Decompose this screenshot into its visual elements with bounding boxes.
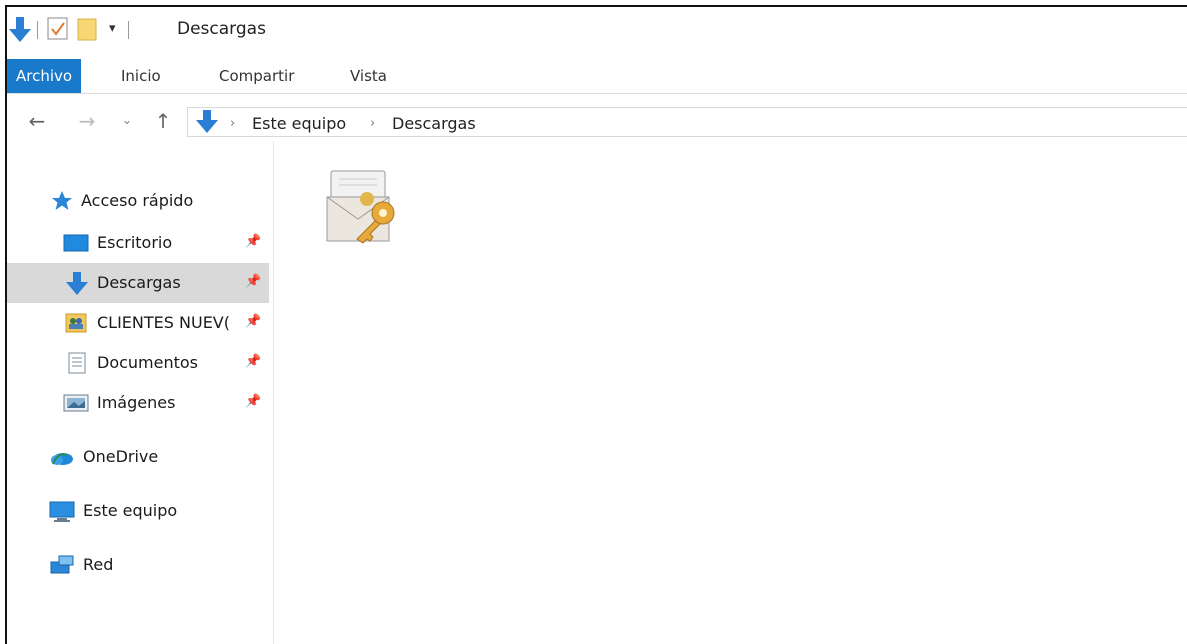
network-icon <box>49 554 74 576</box>
address-bar[interactable]: › Este equipo › Descargas <box>187 107 1187 137</box>
breadcrumb-chevron-icon[interactable]: › <box>370 116 375 131</box>
title-bar: ▾ Descargas <box>7 7 1187 57</box>
nav-item-escritorio[interactable]: Escritorio 📌 <box>7 223 269 263</box>
navigation-pane: Acceso rápido Escritorio 📌 Descargas 📌 C… <box>7 141 274 644</box>
forward-arrow-icon[interactable]: → <box>77 109 97 133</box>
nav-item-label: Documentos <box>97 353 199 372</box>
nav-item-label: Red <box>83 555 114 574</box>
nav-item-label: Acceso rápido <box>81 191 194 210</box>
tab-inicio[interactable]: Inicio <box>121 59 161 93</box>
nav-item-label: CLIENTES NUEV( <box>97 313 230 332</box>
file-item[interactable] <box>323 167 403 247</box>
recent-locations-chevron-icon[interactable]: ⌄ <box>117 113 137 128</box>
nav-item-onedrive[interactable]: OneDrive <box>7 437 269 477</box>
nav-item-red[interactable]: Red <box>7 545 269 585</box>
explorer-window: ▾ Descargas Archivo Inicio Compartir Vis… <box>5 5 1187 644</box>
nav-item-documentos[interactable]: Documentos 📌 <box>7 343 269 383</box>
download-arrow-icon <box>196 110 218 138</box>
documents-icon <box>67 352 89 374</box>
breadcrumb-este-equipo[interactable]: Este equipo <box>252 114 346 133</box>
nav-item-label: OneDrive <box>83 447 159 466</box>
onedrive-icon <box>49 446 73 468</box>
tab-vista[interactable]: Vista <box>350 59 387 93</box>
back-arrow-icon[interactable]: ← <box>27 109 47 133</box>
nav-item-label: Escritorio <box>97 233 173 252</box>
star-icon <box>51 190 73 212</box>
pin-icon[interactable]: 📌 <box>245 314 261 329</box>
properties-icon[interactable] <box>47 17 69 41</box>
separator <box>37 21 38 39</box>
window-title: Descargas <box>177 19 266 39</box>
nav-item-quick-access[interactable]: Acceso rápido <box>7 181 269 221</box>
certificate-envelope-key-icon <box>323 170 403 251</box>
nav-item-label: Descargas <box>97 273 181 292</box>
up-arrow-icon[interactable]: ↑ <box>153 109 173 133</box>
computer-icon <box>49 500 75 522</box>
new-folder-icon[interactable] <box>77 17 99 41</box>
nav-item-este-equipo[interactable]: Este equipo <box>7 491 269 531</box>
ribbon-tabs: Archivo Inicio Compartir Vista <box>7 59 1187 93</box>
tab-compartir[interactable]: Compartir <box>219 59 294 93</box>
separator <box>128 21 129 39</box>
navigation-bar: ← → ⌄ ↑ › Este equipo › Descargas <box>7 103 1187 141</box>
download-arrow-icon <box>65 272 88 295</box>
pin-icon[interactable]: 📌 <box>245 394 261 409</box>
customize-toolbar-icon[interactable]: ▾ <box>109 21 116 36</box>
nav-item-clientes[interactable]: CLIENTES NUEV( 📌 <box>7 303 269 343</box>
nav-item-imagenes[interactable]: Imágenes 📌 <box>7 383 269 423</box>
nav-item-descargas[interactable]: Descargas 📌 <box>7 263 269 303</box>
pin-icon[interactable]: 📌 <box>245 354 261 369</box>
breadcrumb-descargas[interactable]: Descargas <box>392 114 476 133</box>
download-arrow-icon <box>9 17 31 43</box>
ribbon-divider <box>7 93 1187 94</box>
pin-icon[interactable]: 📌 <box>245 274 261 289</box>
contacts-folder-icon <box>65 312 87 334</box>
tab-archivo[interactable]: Archivo <box>7 59 82 93</box>
nav-item-label: Este equipo <box>83 501 178 520</box>
pictures-icon <box>63 392 89 414</box>
pin-icon[interactable]: 📌 <box>245 234 261 249</box>
breadcrumb-chevron-icon[interactable]: › <box>230 116 235 131</box>
nav-item-label: Imágenes <box>97 393 176 412</box>
desktop-icon <box>63 232 89 254</box>
